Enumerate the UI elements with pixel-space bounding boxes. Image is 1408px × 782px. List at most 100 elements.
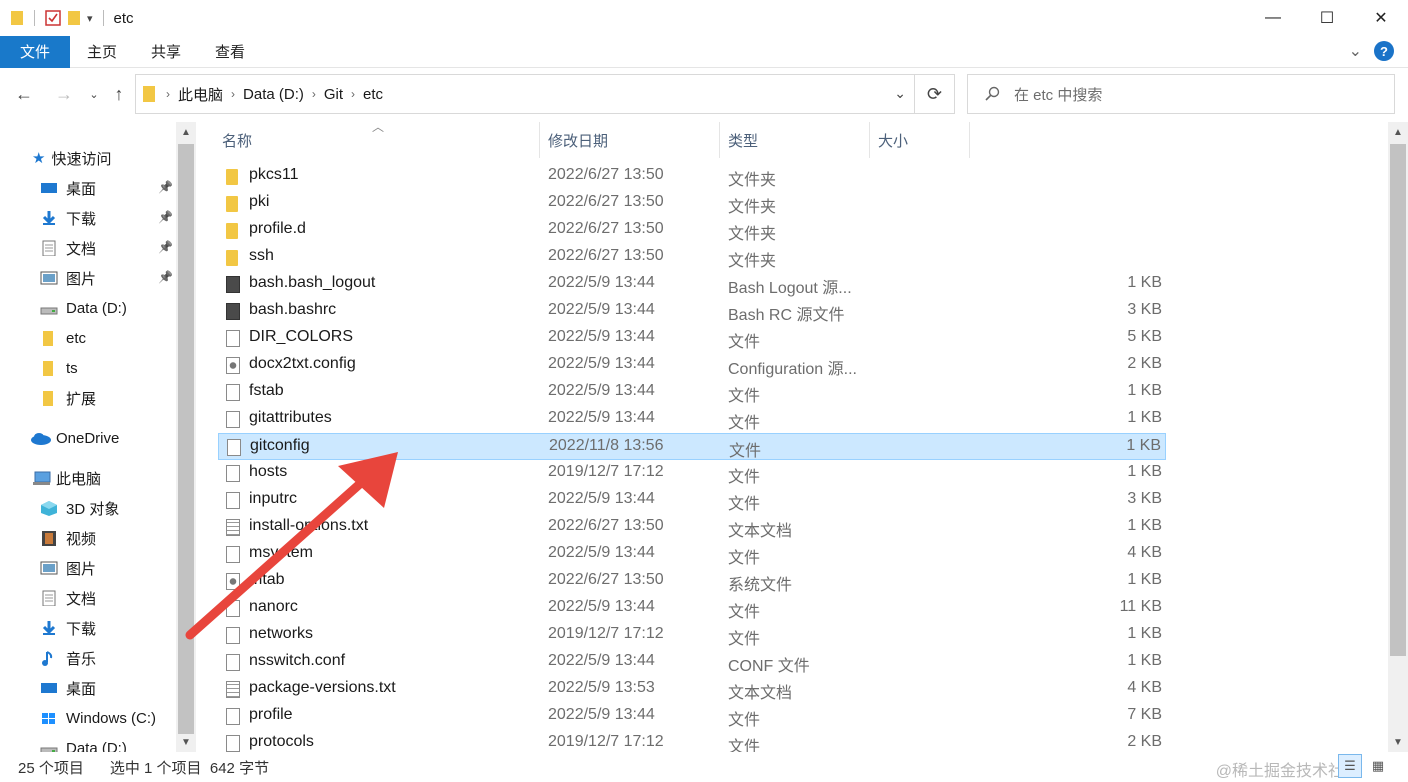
breadcrumb-this-pc[interactable]: 此电脑: [178, 84, 223, 105]
chevron-right-icon: ›: [311, 87, 316, 101]
file-type: 文件夹: [728, 226, 777, 243]
file-row[interactable]: docx2txt.config 2022/5/9 13:44 Configurati…: [218, 352, 1166, 379]
nav-item[interactable]: Windows (C:): [40, 703, 156, 733]
file-row[interactable]: mtab 2022/6/27 13:50 系统文件 1 KB: [218, 568, 1166, 595]
file-row[interactable]: bash.bashrc 2022/5/9 13:44 Bash RC 源文件 3 KB: [218, 298, 1166, 325]
file-name: install-options.txt: [249, 517, 369, 534]
file-row[interactable]: gitattributes 2022/5/9 13:44 文件 1 KB: [218, 406, 1166, 433]
breadcrumb-git[interactable]: Git: [324, 86, 343, 103]
file-size: 1 KB: [1127, 517, 1162, 534]
nav-quick-access[interactable]: ★ 快速访问: [32, 143, 111, 173]
documents-icon: [42, 240, 56, 256]
nav-item[interactable]: 图片: [40, 263, 96, 293]
file-size: 11 KB: [1119, 598, 1162, 615]
address-bar[interactable]: › 此电脑 › Data (D:) › Git › etc ⌄: [135, 74, 915, 114]
column-header-date[interactable]: 修改日期: [540, 122, 720, 158]
tab-file[interactable]: 文件: [0, 35, 70, 68]
scroll-up-icon[interactable]: ▲: [176, 122, 196, 142]
file-row[interactable]: fstab 2022/5/9 13:44 文件 1 KB: [218, 379, 1166, 406]
file-size: 7 KB: [1127, 706, 1162, 723]
address-dropdown-icon[interactable]: ⌄: [894, 85, 906, 102]
nav-item[interactable]: 文档: [40, 583, 96, 613]
large-icons-view-icon[interactable]: ▦: [1366, 754, 1390, 778]
nav-item[interactable]: Data (D:): [40, 733, 127, 752]
nav-this-pc[interactable]: 此电脑: [32, 463, 101, 493]
breadcrumb-etc[interactable]: etc: [363, 86, 383, 103]
file-row[interactable]: protocols 2019/12/7 17:12 文件 2 KB: [218, 730, 1166, 752]
file-icon: [226, 411, 240, 428]
file-date: 2022/6/27 13:50: [548, 247, 664, 264]
new-folder-icon[interactable]: [67, 10, 81, 26]
scroll-up-icon[interactable]: ▲: [1388, 122, 1408, 142]
nav-item[interactable]: 下载: [40, 203, 96, 233]
properties-icon[interactable]: [45, 10, 61, 26]
file-row[interactable]: nsswitch.conf 2022/5/9 13:44 CONF 文件 1 KB: [218, 649, 1166, 676]
nav-item[interactable]: Data (D:): [40, 293, 127, 323]
file-row[interactable]: networks 2019/12/7 17:12 文件 1 KB: [218, 622, 1166, 649]
list-scrollbar[interactable]: ▲ ▼: [1388, 122, 1408, 752]
file-name: package-versions.txt: [249, 679, 396, 696]
file-row[interactable]: msystem 2022/5/9 13:44 文件 4 KB: [218, 541, 1166, 568]
expand-ribbon-icon[interactable]: ⌄: [1349, 41, 1362, 61]
nav-item[interactable]: etc: [40, 323, 86, 353]
maximize-button[interactable]: ☐: [1300, 0, 1354, 36]
nav-item[interactable]: 下载: [40, 613, 96, 643]
column-header-size[interactable]: 大小: [870, 122, 970, 158]
tab-share[interactable]: 共享: [134, 36, 198, 68]
file-row[interactable]: pki 2022/6/27 13:50 文件夹: [218, 190, 1166, 217]
recent-locations-icon[interactable]: ⌄: [82, 82, 106, 106]
file-date: 2019/12/7 17:12: [548, 733, 664, 750]
column-header-name[interactable]: 名称: [214, 122, 540, 158]
tab-view[interactable]: 查看: [198, 36, 262, 68]
close-button[interactable]: ✕: [1354, 0, 1408, 36]
nav-item[interactable]: ts: [40, 353, 78, 383]
list-scroll-thumb[interactable]: [1390, 144, 1406, 656]
details-view-icon[interactable]: ☰: [1338, 754, 1362, 778]
up-button[interactable]: ↑: [107, 82, 131, 106]
nav-item[interactable]: 音乐: [40, 643, 96, 673]
file-row[interactable]: ssh 2022/6/27 13:50 文件夹: [218, 244, 1166, 271]
nav-onedrive[interactable]: OneDrive: [30, 423, 119, 453]
file-icon: [226, 600, 240, 617]
file-type: 文本文档: [728, 523, 793, 540]
file-row[interactable]: nanorc 2022/5/9 13:44 文件 11 KB: [218, 595, 1166, 622]
nav-item[interactable]: 视频: [40, 523, 96, 553]
file-row[interactable]: inputrc 2022/5/9 13:44 文件 3 KB: [218, 487, 1166, 514]
search-box[interactable]: 在 etc 中搜索: [967, 74, 1395, 114]
customize-toolbar-icon[interactable]: ▾: [87, 12, 93, 25]
file-row[interactable]: DIR_COLORS 2022/5/9 13:44 文件 5 KB: [218, 325, 1166, 352]
file-row[interactable]: package-versions.txt 2022/5/9 13:53 文本文档 4 …: [218, 676, 1166, 703]
file-name: nanorc: [249, 598, 298, 615]
nav-label: 此电脑: [56, 470, 102, 488]
file-row[interactable]: pkcs11 2022/6/27 13:50 文件夹: [218, 163, 1166, 190]
folder-icon: [226, 223, 238, 239]
nav-scrollbar[interactable]: ▲ ▼: [176, 122, 196, 752]
scroll-down-icon[interactable]: ▼: [176, 732, 196, 752]
nav-item[interactable]: 文档: [40, 233, 96, 263]
file-row[interactable]: bash.bash_logout 2022/5/9 13:44 Bash Logou…: [218, 271, 1166, 298]
file-row-selected[interactable]: gitconfig 2022/11/8 13:56 文件 1 KB: [218, 433, 1166, 460]
nav-item[interactable]: 3D 对象: [40, 493, 119, 523]
file-row[interactable]: profile 2022/5/9 13:44 文件 7 KB: [218, 703, 1166, 730]
help-icon[interactable]: ?: [1374, 41, 1394, 61]
nav-item[interactable]: 桌面: [40, 173, 96, 203]
file-row[interactable]: install-options.txt 2022/6/27 13:50 文本文档 1 …: [218, 514, 1166, 541]
minimize-button[interactable]: —: [1246, 0, 1300, 36]
nav-item[interactable]: 桌面: [40, 673, 96, 703]
scroll-down-icon[interactable]: ▼: [1388, 732, 1408, 752]
nav-scroll-thumb[interactable]: [178, 144, 194, 734]
forward-button[interactable]: →: [52, 82, 76, 106]
nav-label: 扩展: [66, 390, 97, 408]
file-row[interactable]: hosts 2019/12/7 17:12 文件 1 KB: [218, 460, 1166, 487]
nav-item[interactable]: 图片: [40, 553, 96, 583]
column-header-type[interactable]: 类型: [720, 122, 870, 158]
nav-item[interactable]: 扩展: [40, 383, 96, 413]
pin-icon: 📌: [158, 270, 173, 284]
file-row[interactable]: profile.d 2022/6/27 13:50 文件夹: [218, 217, 1166, 244]
navigation-bar: ← → ⌄ ↑ › 此电脑 › Data (D:) › Git › etc ⌄ …: [0, 68, 1408, 122]
breadcrumb-data-drive[interactable]: Data (D:): [243, 86, 304, 103]
refresh-button[interactable]: ⟳: [915, 74, 955, 114]
tab-home[interactable]: 主页: [70, 36, 134, 68]
file-size: 4 KB: [1127, 544, 1162, 561]
back-button[interactable]: ←: [12, 82, 36, 106]
